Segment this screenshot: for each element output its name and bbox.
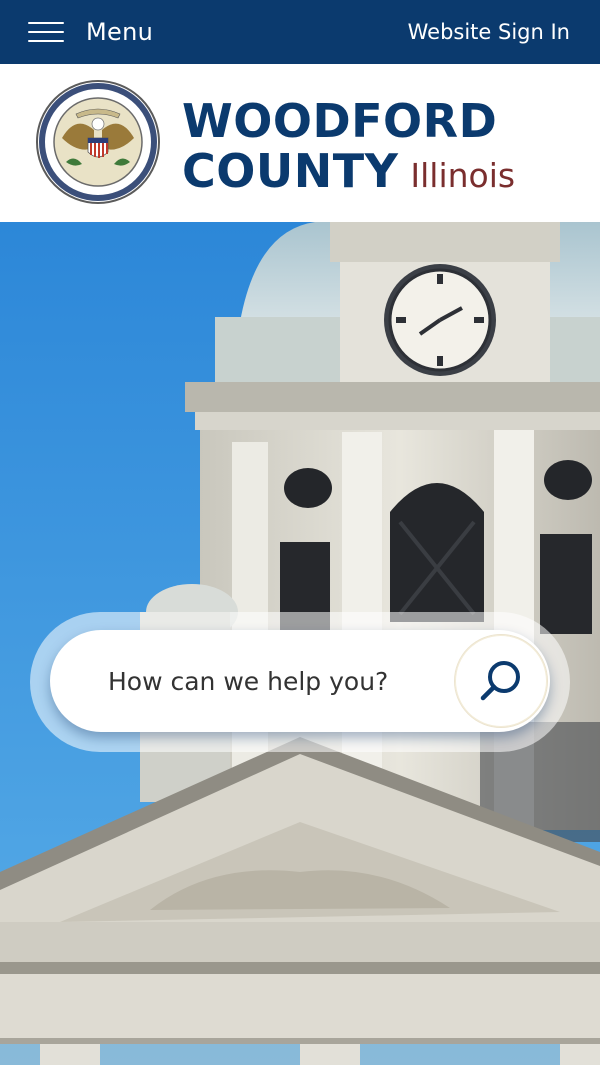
header-logo-band: WOODFORD COUNTY Illinois — [0, 64, 600, 222]
website-sign-in-link[interactable]: Website Sign In — [408, 20, 570, 44]
search-icon — [480, 661, 520, 701]
wordmark-line1: WOODFORD — [182, 94, 498, 148]
county-seal[interactable] — [36, 80, 160, 204]
wordmark-line2: COUNTY — [182, 144, 399, 198]
search-button[interactable] — [454, 634, 548, 728]
menu-label: Menu — [86, 18, 154, 46]
top-bar: Menu Website Sign In — [0, 0, 600, 64]
wordmark-state: Illinois — [410, 156, 516, 195]
search-input[interactable] — [108, 651, 428, 711]
county-wordmark[interactable]: WOODFORD COUNTY Illinois — [182, 96, 515, 196]
search-bar — [50, 630, 550, 732]
hamburger-icon — [28, 20, 64, 44]
menu-button[interactable]: Menu — [28, 18, 153, 46]
